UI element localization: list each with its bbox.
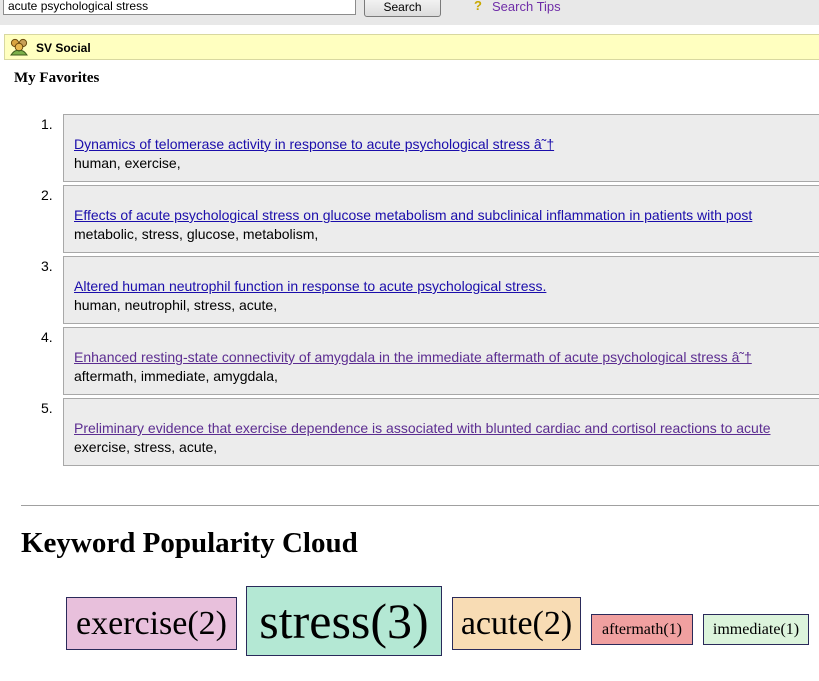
article-link[interactable]: Enhanced resting-state connectivity of a… [74, 349, 752, 365]
search-button[interactable]: Search [364, 0, 441, 17]
article-tags: exercise, stress, acute, [74, 439, 218, 455]
article-tags: human, neutrophil, stress, acute, [74, 297, 278, 313]
favorite-card: Dynamics of telomerase activity in respo… [63, 114, 819, 182]
list-item: 2. Effects of acute psychological stress… [0, 185, 819, 255]
search-input[interactable]: acute psychological stress [3, 0, 356, 15]
list-item: 1. Dynamics of telomerase activity in re… [0, 114, 819, 184]
help-icon: ? [474, 0, 482, 13]
article-tags: human, exercise, [74, 155, 181, 171]
list-item: 3. Altered human neutrophil function in … [0, 256, 819, 326]
article-link[interactable]: Preliminary evidence that exercise depen… [74, 420, 771, 436]
favorite-card: Altered human neutrophil function in res… [63, 256, 819, 324]
list-item: 5. Preliminary evidence that exercise de… [0, 398, 819, 468]
favorites-heading: My Favorites [14, 70, 100, 86]
item-number: 5. [41, 400, 53, 416]
keyword-tag-aftermath[interactable]: aftermath(1) [591, 614, 693, 645]
favorite-card: Effects of acute psychological stress on… [63, 185, 819, 253]
search-tips-link[interactable]: Search Tips [492, 0, 561, 14]
people-icon [10, 38, 28, 56]
social-bar[interactable]: SV Social [4, 34, 819, 60]
keyword-tag-acute[interactable]: acute(2) [452, 597, 581, 650]
item-number: 3. [41, 258, 53, 274]
article-tags: aftermath, immediate, amygdala, [74, 368, 278, 384]
favorite-card: Enhanced resting-state connectivity of a… [63, 327, 819, 395]
keyword-tag-stress[interactable]: stress(3) [246, 586, 442, 656]
search-bar: acute psychological stress Search ? Sear… [0, 0, 819, 25]
article-link[interactable]: Dynamics of telomerase activity in respo… [74, 136, 554, 152]
item-number: 4. [41, 329, 53, 345]
list-item: 4. Enhanced resting-state connectivity o… [0, 327, 819, 397]
article-link[interactable]: Effects of acute psychological stress on… [74, 207, 752, 223]
section-divider [21, 505, 819, 506]
keyword-tag-exercise[interactable]: exercise(2) [66, 597, 237, 650]
page: acute psychological stress Search ? Sear… [0, 0, 819, 681]
social-label: SV Social [36, 41, 91, 55]
favorite-card: Preliminary evidence that exercise depen… [63, 398, 819, 466]
article-link[interactable]: Altered human neutrophil function in res… [74, 278, 546, 294]
keyword-tag-immediate[interactable]: immediate(1) [703, 614, 809, 645]
cloud-heading: Keyword Popularity Cloud [21, 527, 358, 559]
item-number: 2. [41, 187, 53, 203]
item-number: 1. [41, 116, 53, 132]
article-tags: metabolic, stress, glucose, metabolism, [74, 226, 319, 242]
